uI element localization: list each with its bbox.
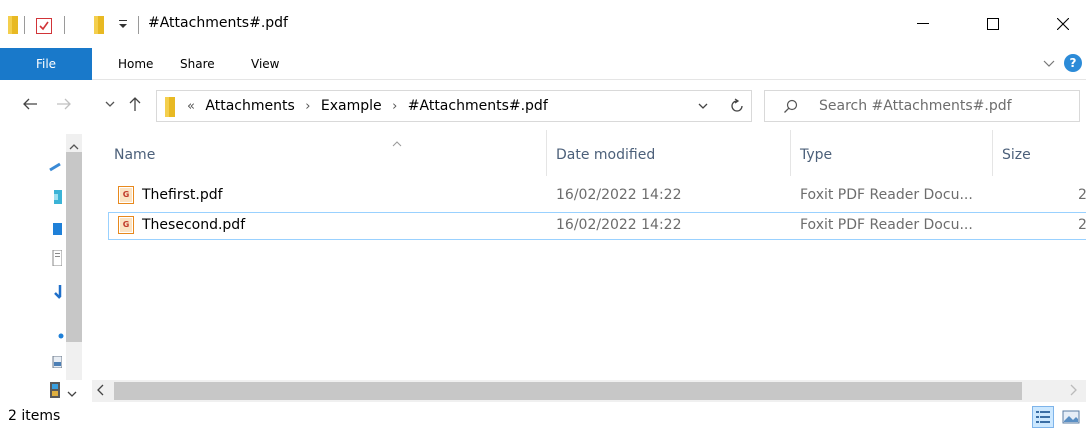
file-name: Thefirst.pdf	[142, 187, 223, 203]
forward-arrow-icon[interactable]	[56, 96, 72, 115]
downloads-icon[interactable]	[52, 285, 64, 304]
folder-icon	[163, 97, 175, 120]
quick-access-separator	[64, 16, 65, 34]
file-date-modified: 16/02/2022 14:22	[556, 187, 682, 203]
search-box[interactable]: Search #Attachments#.pdf	[764, 90, 1080, 122]
large-icons-view-icon[interactable]	[1060, 406, 1082, 428]
scroll-right-arrow-icon[interactable]	[1068, 383, 1078, 400]
folder-icon[interactable]	[8, 16, 18, 34]
refresh-icon[interactable]	[720, 90, 754, 122]
scroll-left-arrow-icon[interactable]	[96, 383, 106, 400]
up-arrow-icon[interactable]	[128, 96, 142, 115]
tab-home[interactable]: Home	[118, 48, 153, 80]
title-separator	[138, 16, 139, 34]
column-divider[interactable]	[546, 130, 547, 176]
svg-text:G: G	[123, 220, 130, 229]
horizontal-scrollbar[interactable]	[92, 380, 1086, 402]
column-divider[interactable]	[992, 130, 993, 176]
back-arrow-icon[interactable]	[22, 96, 38, 115]
column-header-date-modified[interactable]: Date modified	[556, 147, 655, 163]
checkmark-icon[interactable]	[36, 18, 52, 34]
recent-locations-icon[interactable]	[104, 98, 116, 113]
file-size: 2	[1078, 187, 1086, 203]
sort-ascending-icon	[392, 136, 402, 150]
maximize-button[interactable]	[970, 0, 1016, 48]
navigation-bar: « Attachments › Example › #Attachments#.…	[0, 80, 1086, 130]
breadcrumb-chevron-icon[interactable]: ›	[392, 99, 397, 114]
column-divider[interactable]	[790, 130, 791, 176]
this-pc-icon[interactable]	[48, 160, 62, 175]
videos-icon[interactable]	[50, 382, 62, 401]
breadcrumb: « Attachments › Example › #Attachments#.…	[187, 98, 548, 114]
file-type: Foxit PDF Reader Docu...	[800, 217, 973, 233]
music-icon[interactable]	[58, 328, 64, 342]
search-input[interactable]: Search #Attachments#.pdf	[819, 98, 1012, 114]
navigation-pane-scroll-thumb[interactable]	[66, 152, 82, 342]
title-bar: #Attachments#.pdf	[0, 0, 1086, 48]
pictures-icon[interactable]	[52, 355, 63, 371]
file-row-selected[interactable]: G Thesecond.pdf 16/02/2022 14:22 Foxit P…	[108, 212, 1086, 240]
column-header-type[interactable]: Type	[800, 147, 832, 163]
address-history-dropdown[interactable]	[697, 100, 709, 115]
tab-share[interactable]: Share	[180, 48, 215, 80]
file-size: 2	[1078, 217, 1086, 233]
file-row[interactable]: G Thefirst.pdf 16/02/2022 14:22 Foxit PD…	[108, 182, 1086, 210]
column-header-size[interactable]: Size	[1002, 147, 1031, 163]
minimize-button[interactable]	[900, 0, 946, 48]
customize-quick-access-dropdown[interactable]	[118, 18, 128, 32]
ribbon-tab-bar: File Home Share View ?	[0, 48, 1086, 80]
breadcrumb-item-current[interactable]: #Attachments#.pdf	[408, 98, 548, 114]
file-type: Foxit PDF Reader Docu...	[800, 187, 973, 203]
file-name: Thesecond.pdf	[142, 217, 246, 233]
tab-file[interactable]: File	[0, 48, 92, 80]
address-bar[interactable]: « Attachments › Example › #Attachments#.…	[156, 90, 752, 122]
breadcrumb-overflow[interactable]: «	[187, 99, 195, 114]
status-bar: 2 items	[0, 404, 1086, 430]
pdf-file-icon: G	[118, 216, 134, 234]
breadcrumb-item-attachments[interactable]: Attachments	[205, 98, 294, 114]
tab-view[interactable]: View	[251, 48, 279, 80]
item-count: 2 items	[8, 408, 61, 424]
column-header-name[interactable]: Name	[114, 147, 155, 163]
search-icon	[783, 99, 799, 118]
window-title: #Attachments#.pdf	[148, 15, 288, 31]
file-date-modified: 16/02/2022 14:22	[556, 217, 682, 233]
folder-icon[interactable]	[94, 16, 104, 34]
documents-icon[interactable]	[52, 249, 63, 269]
quick-access-separator	[24, 16, 25, 34]
expand-ribbon-chevron-icon[interactable]	[1042, 56, 1056, 73]
3d-objects-icon[interactable]	[52, 190, 62, 207]
expand-chevron-icon[interactable]	[66, 388, 78, 402]
svg-text:G: G	[123, 190, 130, 199]
desktop-icon[interactable]	[52, 222, 62, 239]
details-view-icon[interactable]	[1032, 406, 1054, 428]
pdf-file-icon: G	[118, 186, 134, 204]
breadcrumb-chevron-icon[interactable]: ›	[305, 99, 310, 114]
breadcrumb-item-example[interactable]: Example	[321, 98, 382, 114]
help-button[interactable]: ?	[1064, 54, 1082, 72]
close-button[interactable]	[1040, 0, 1086, 48]
horizontal-scroll-thumb[interactable]	[114, 382, 1022, 400]
